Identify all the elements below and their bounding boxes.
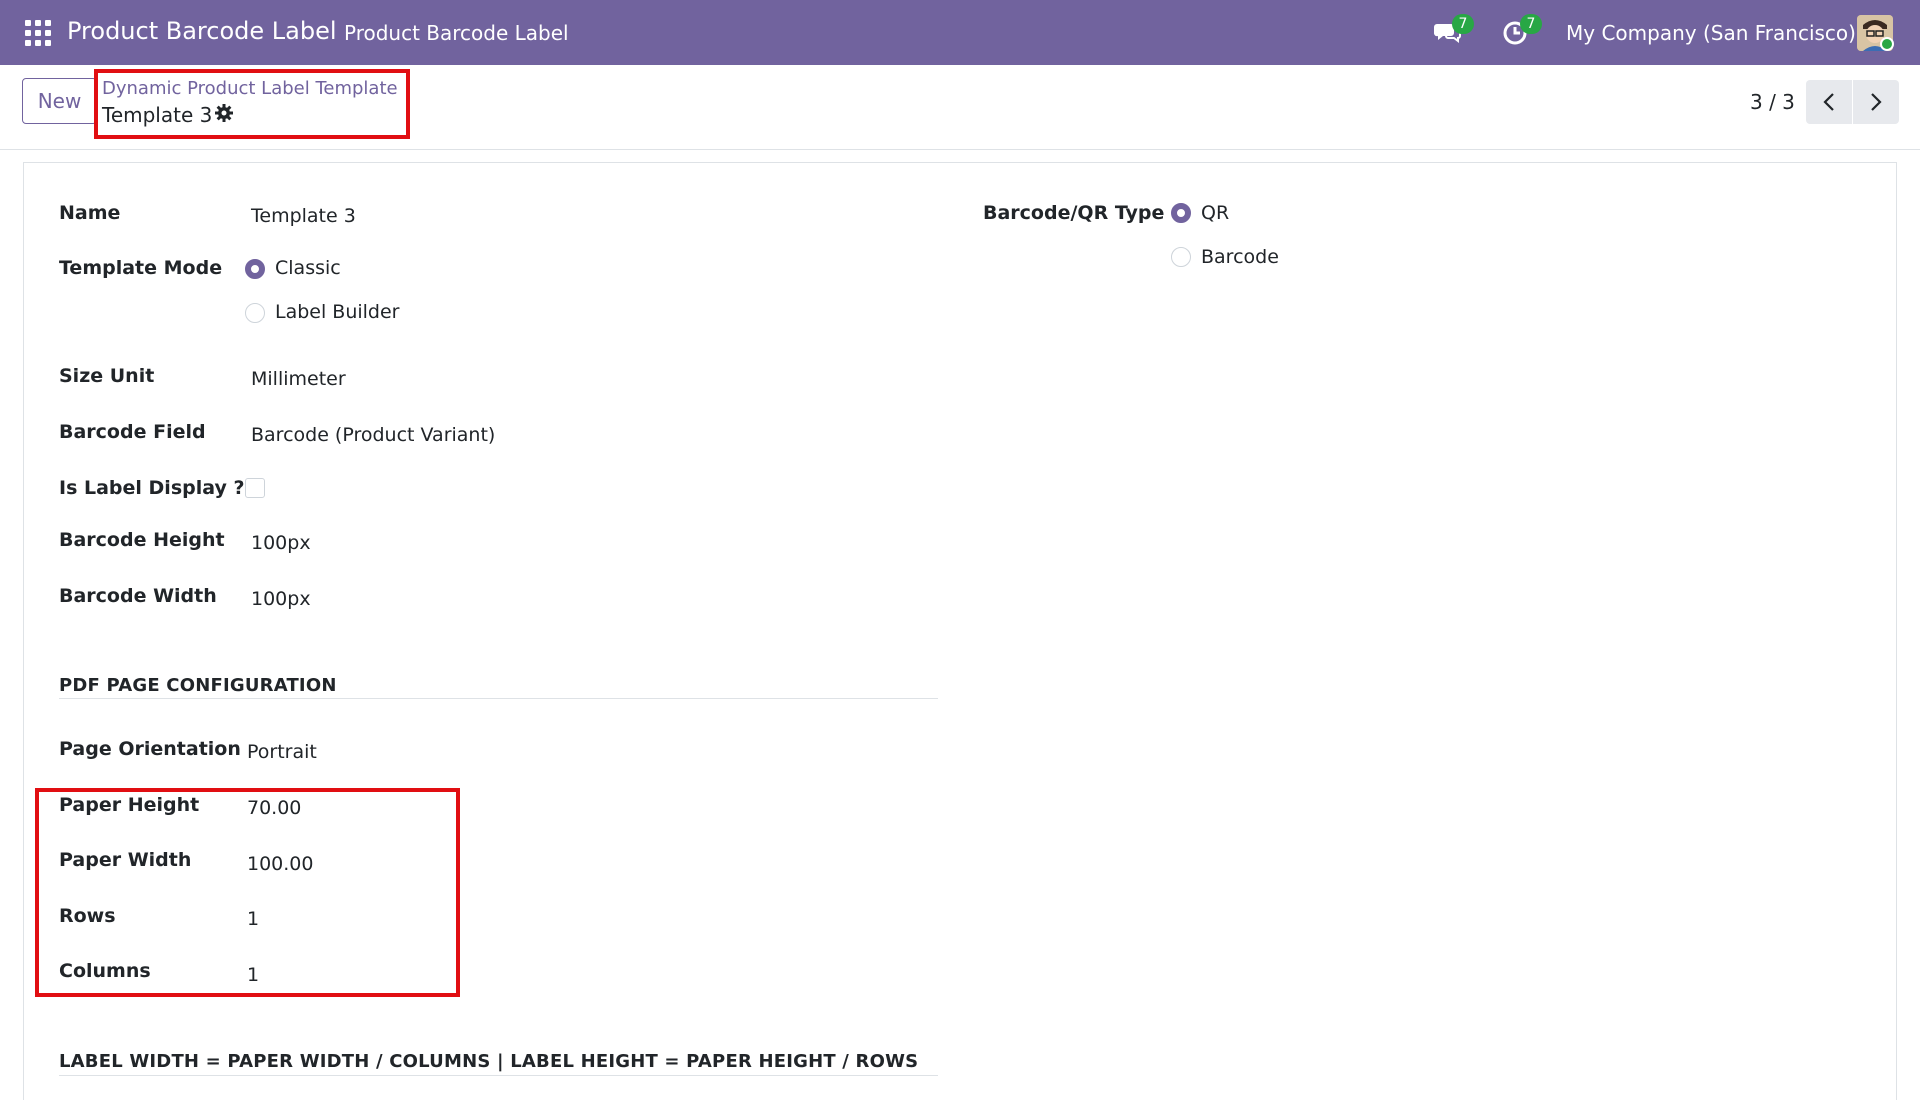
menu-item-product-barcode-label[interactable]: Product Barcode Label	[344, 21, 569, 45]
breadcrumb-parent[interactable]: Dynamic Product Label Template	[102, 78, 398, 99]
activities-button[interactable]: 7	[1502, 14, 1542, 46]
pager-value[interactable]: 3 / 3	[1750, 90, 1795, 114]
paper-width-label: Paper Width	[59, 849, 192, 871]
template-mode-classic-radio[interactable]	[245, 259, 265, 279]
chevron-right-icon	[1871, 93, 1882, 111]
name-label: Name	[59, 202, 121, 224]
columns-label: Columns	[59, 960, 151, 982]
new-button[interactable]: New	[22, 78, 97, 124]
barcode-field-label: Barcode Field	[59, 421, 206, 443]
rows-field[interactable]: 1	[247, 908, 259, 930]
pager-previous-button[interactable]	[1806, 80, 1852, 124]
online-status-dot	[1880, 37, 1894, 51]
company-switcher[interactable]: My Company (San Francisco)	[1566, 21, 1856, 45]
apps-menu-icon[interactable]	[25, 20, 51, 46]
columns-field[interactable]: 1	[247, 964, 259, 986]
rows-label: Rows	[59, 905, 116, 927]
size-unit-label: Size Unit	[59, 365, 155, 387]
barcode-height-field[interactable]: 100px	[251, 532, 311, 554]
paper-height-label: Paper Height	[59, 794, 200, 816]
label-formula-heading: LABEL WIDTH = PAPER WIDTH / COLUMNS | LA…	[59, 1051, 919, 1072]
chevron-left-icon	[1823, 93, 1834, 111]
barcode-type-barcode-radio[interactable]	[1171, 247, 1191, 267]
paper-width-field[interactable]: 100.00	[247, 853, 313, 875]
messages-count-badge: 7	[1452, 14, 1474, 34]
breadcrumb-current: Template 3	[102, 103, 213, 127]
template-mode-classic-label[interactable]: Classic	[275, 257, 341, 279]
paper-height-field[interactable]: 70.00	[247, 797, 301, 819]
pager-next-button[interactable]	[1853, 80, 1899, 124]
barcode-type-barcode-label[interactable]: Barcode	[1201, 246, 1279, 268]
barcode-type-qr-label[interactable]: QR	[1201, 202, 1229, 224]
activities-count-badge: 7	[1520, 14, 1542, 34]
pdf-section-divider	[59, 698, 938, 699]
is-label-display-checkbox[interactable]	[245, 478, 265, 498]
template-mode-label-builder-label[interactable]: Label Builder	[275, 301, 400, 323]
template-mode-label: Template Mode	[59, 257, 223, 279]
formula-section-divider	[59, 1075, 938, 1076]
app-name[interactable]: Product Barcode Label	[67, 17, 337, 45]
template-mode-label-builder-radio[interactable]	[245, 303, 265, 323]
barcode-qr-type-label: Barcode/QR Type	[983, 202, 1165, 224]
barcode-width-label: Barcode Width	[59, 585, 217, 607]
pdf-page-configuration-heading: PDF PAGE CONFIGURATION	[59, 675, 337, 696]
barcode-width-field[interactable]: 100px	[251, 588, 311, 610]
barcode-type-qr-radio[interactable]	[1171, 203, 1191, 223]
barcode-height-label: Barcode Height	[59, 529, 225, 551]
gear-icon[interactable]	[214, 103, 234, 123]
barcode-field-field[interactable]: Barcode (Product Variant)	[251, 424, 495, 446]
size-unit-field[interactable]: Millimeter	[251, 368, 346, 390]
page-orientation-field[interactable]: Portrait	[247, 741, 317, 763]
is-label-display-label: Is Label Display ?	[59, 477, 245, 499]
control-panel: New Dynamic Product Label Template Templ…	[0, 65, 1920, 150]
top-navbar: Product Barcode Label Product Barcode La…	[0, 0, 1920, 65]
page-orientation-label: Page Orientation	[59, 738, 241, 760]
messages-button[interactable]: 7	[1433, 14, 1474, 46]
name-field[interactable]: Template 3	[251, 205, 356, 227]
